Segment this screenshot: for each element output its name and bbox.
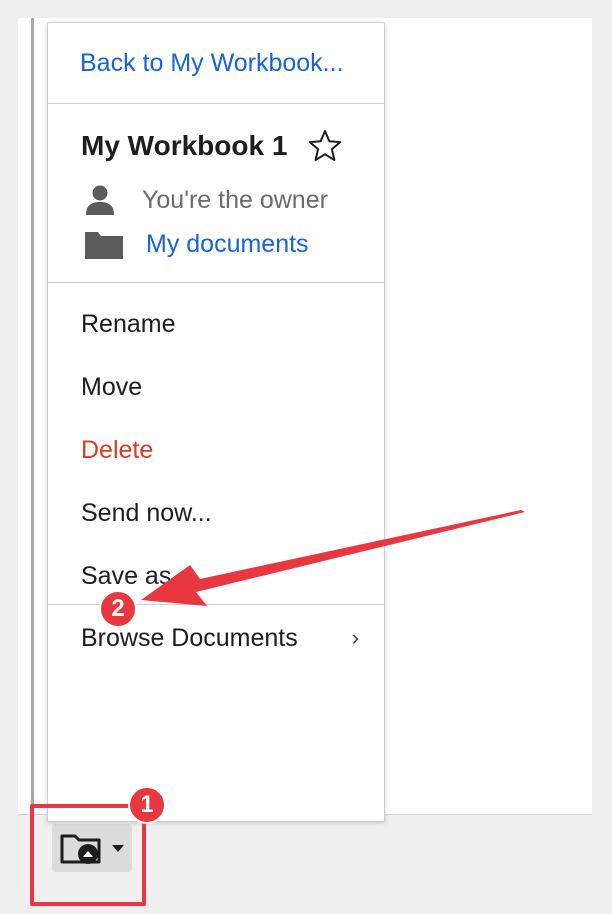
chevron-right-icon: › — [351, 625, 359, 650]
browse-documents-label: Browse Documents — [81, 623, 298, 652]
panel-divider — [31, 18, 34, 814]
actions-section: Rename Move Delete Send now... Save as..… — [48, 283, 384, 605]
folder-icon — [85, 232, 123, 259]
star-icon[interactable] — [307, 128, 343, 164]
workbook-title-row: My Workbook 1 — [81, 128, 343, 164]
move-menu-item[interactable]: Move — [48, 356, 384, 419]
annotation-badge-1: 1 — [128, 786, 166, 824]
send-now-menu-item[interactable]: Send now... — [48, 482, 384, 545]
workbook-menu: Back to My Workbook... My Workbook 1 You… — [47, 22, 385, 822]
rename-menu-item[interactable]: Rename — [48, 293, 384, 356]
back-section: Back to My Workbook... — [48, 23, 384, 104]
owner-row: You're the owner — [84, 184, 328, 216]
user-icon — [86, 185, 114, 215]
location-row: My documents — [84, 228, 309, 260]
delete-menu-item[interactable]: Delete — [48, 419, 384, 482]
workbook-info: My Workbook 1 You're the owner My docume… — [48, 104, 384, 283]
annotation-badge-2: 2 — [99, 590, 137, 628]
owner-text: You're the owner — [142, 185, 328, 214]
browse-documents-menu-item[interactable]: Browse Documents › — [48, 605, 384, 671]
location-link[interactable]: My documents — [146, 230, 309, 259]
save-as-menu-item[interactable]: Save as... — [48, 545, 384, 608]
annotation-highlight-box — [30, 804, 146, 906]
back-to-workbook-link[interactable]: Back to My Workbook... — [48, 23, 384, 103]
workbook-title: My Workbook 1 — [81, 130, 288, 161]
